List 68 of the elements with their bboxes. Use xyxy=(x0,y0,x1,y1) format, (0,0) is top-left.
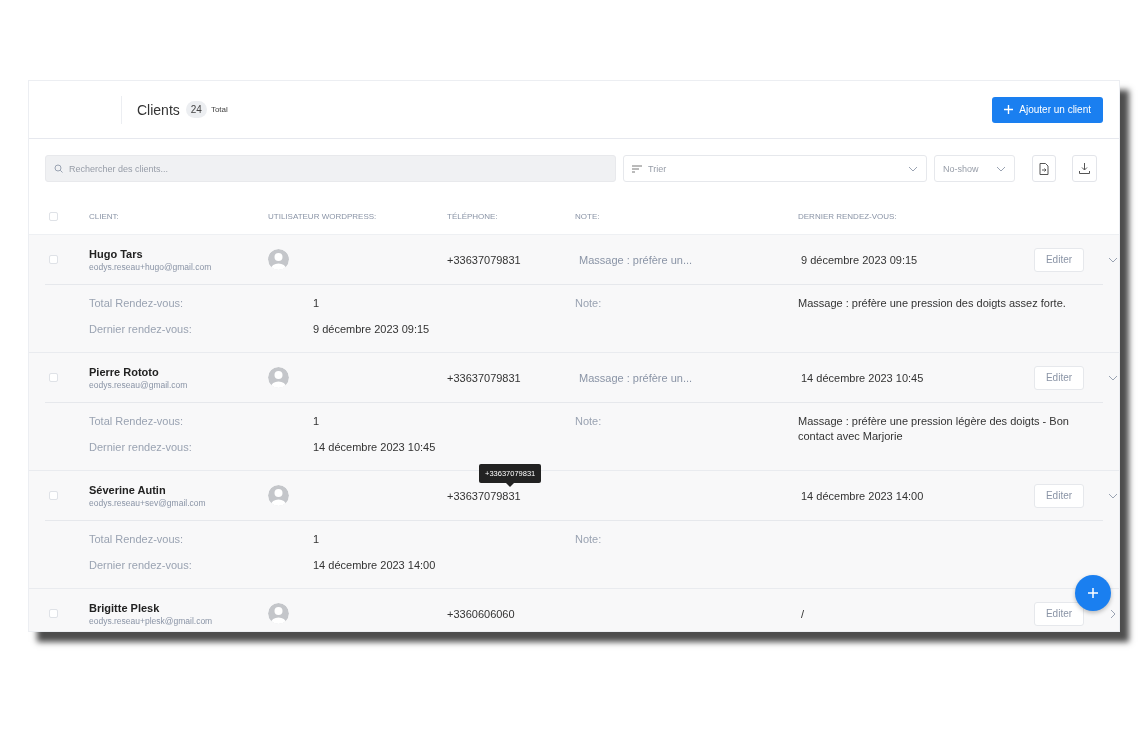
checkbox[interactable] xyxy=(49,609,58,618)
import-button[interactable] xyxy=(1031,155,1056,182)
plus-icon xyxy=(1004,105,1014,114)
detail-label: Note: xyxy=(575,296,603,311)
page-title: Clients xyxy=(137,101,180,118)
plus-icon xyxy=(1088,588,1098,598)
count-label: Total xyxy=(210,105,228,114)
sort-dropdown[interactable]: Trier xyxy=(623,155,927,182)
avatar-icon xyxy=(268,249,289,270)
edit-button[interactable]: Editer xyxy=(1034,247,1084,272)
note-text: Massage : préfère une pression des doigts assez forte. xyxy=(798,296,1067,311)
edit-button[interactable]: Editer xyxy=(1034,601,1084,626)
detail-label: Total Rendez-vous: xyxy=(89,532,185,547)
client-name: Hugo Tars xyxy=(89,247,144,260)
detail-value: 14 décembre 2023 10:45 xyxy=(313,440,437,455)
avatar-icon xyxy=(268,367,289,388)
detail-label: Dernier rendez-vous: xyxy=(89,440,193,455)
column-header: NOTE: xyxy=(575,211,601,221)
column-header: DERNIER RENDEZ-VOUS: xyxy=(798,211,898,221)
phone-number: +33637079831 xyxy=(447,489,521,502)
detail-value: 1 xyxy=(313,296,321,311)
phone-number: +33637079831 xyxy=(447,371,521,384)
detail-value: 14 décembre 2023 14:00 xyxy=(313,558,437,573)
detail-value: 1 xyxy=(313,532,321,547)
sort-icon xyxy=(632,164,642,173)
client-email: eodys.reseau+hugo@gmail.com xyxy=(89,261,213,272)
client-email: eodys.reseau+sev@gmail.com xyxy=(89,497,207,508)
last-appointment: / xyxy=(800,607,806,620)
checkbox[interactable] xyxy=(49,255,58,264)
checkbox[interactable] xyxy=(49,373,58,382)
last-appointment: 14 décembre 2023 10:45 xyxy=(800,371,925,384)
search-icon xyxy=(54,164,63,173)
column-header: TÉLÉPHONE: xyxy=(447,211,499,221)
checkbox[interactable] xyxy=(49,211,58,221)
client-email: eodys.reseau@gmail.com xyxy=(89,379,189,390)
detail-label: Dernier rendez-vous: xyxy=(89,322,193,337)
detail-value: 1 xyxy=(313,414,321,429)
detail-label: Total Rendez-vous: xyxy=(89,296,185,311)
note-preview: Massage : préfère un... xyxy=(578,371,694,384)
detail-label: Note: xyxy=(575,414,603,429)
client-email: eodys.reseau+plesk@gmail.com xyxy=(89,615,214,626)
add-client-button[interactable]: Ajouter un client xyxy=(992,96,1103,123)
avatar-icon xyxy=(268,485,289,506)
download-button[interactable] xyxy=(1072,155,1097,182)
avatar-icon xyxy=(268,603,289,624)
count-badge: 24 xyxy=(185,101,207,118)
document-arrow-icon xyxy=(1038,162,1049,175)
client-name: Séverine Autin xyxy=(89,483,167,496)
detail-label: Note: xyxy=(575,532,603,547)
search-field[interactable]: Rechercher des clients... xyxy=(45,155,616,182)
detail-label: Dernier rendez-vous: xyxy=(89,558,193,573)
column-header: UTILISATEUR WORDPRESS: xyxy=(268,211,378,221)
client-name: Brigitte Plesk xyxy=(89,601,161,614)
download-icon xyxy=(1079,163,1090,174)
note-preview: Massage : préfère un... xyxy=(578,253,694,266)
no-show-dropdown[interactable]: No-show xyxy=(934,155,1015,182)
edit-button[interactable]: Editer xyxy=(1034,483,1084,508)
checkbox[interactable] xyxy=(49,491,58,500)
last-appointment: 9 décembre 2023 09:15 xyxy=(800,253,919,266)
edit-button[interactable]: Editer xyxy=(1034,365,1084,390)
last-appointment: 14 décembre 2023 14:00 xyxy=(800,489,925,502)
column-header: CLIENT: xyxy=(89,211,120,221)
phone-number: +3360606060 xyxy=(447,607,515,620)
detail-label: Total Rendez-vous: xyxy=(89,414,185,429)
phone-number: +33637079831 xyxy=(447,253,521,266)
client-name: Pierre Rototo xyxy=(89,365,160,378)
detail-value: 9 décembre 2023 09:15 xyxy=(313,322,431,337)
note-text: Massage : préfère une pression légère des doigts - Bon contact avec Marjorie xyxy=(798,414,1070,444)
